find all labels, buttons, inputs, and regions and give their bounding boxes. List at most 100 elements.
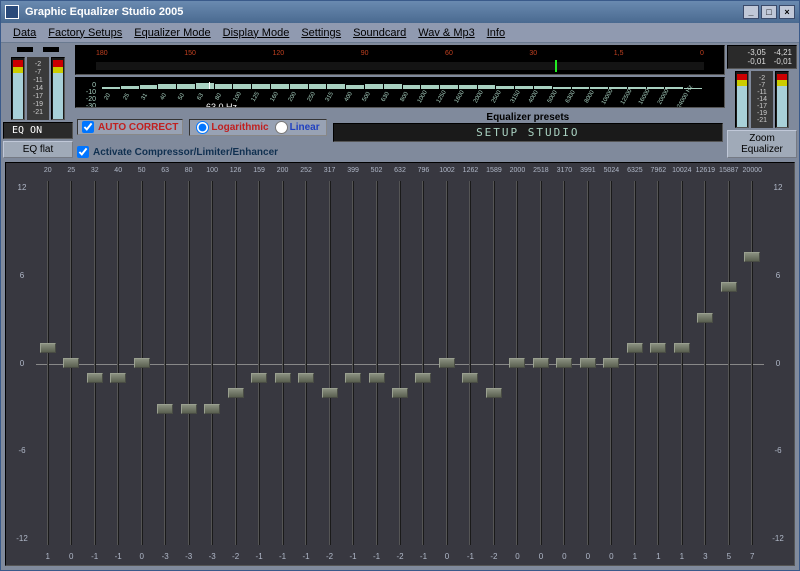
eq-slider-317[interactable]: [318, 181, 341, 545]
slider-thumb[interactable]: [228, 388, 244, 398]
slider-thumb[interactable]: [603, 358, 619, 368]
eq-slider-50[interactable]: [130, 181, 153, 545]
eq-slider-100[interactable]: [200, 181, 223, 545]
eq-slider-63[interactable]: [153, 181, 176, 545]
app-icon: [5, 5, 19, 19]
eq-slider-502[interactable]: [365, 181, 388, 545]
slider-thumb[interactable]: [275, 373, 291, 383]
eq-slider-20[interactable]: [36, 181, 59, 545]
slider-thumb[interactable]: [87, 373, 103, 383]
preset-display[interactable]: SETUP STUDIO: [333, 123, 723, 142]
slider-thumb[interactable]: [744, 252, 760, 262]
clip-indicator: [43, 47, 59, 52]
center-column: 1801501209060301,50 0-10-20-30-40-50-60d…: [75, 45, 725, 158]
eq-slider-796[interactable]: [412, 181, 435, 545]
menu-info[interactable]: Info: [483, 25, 509, 41]
slider-thumb[interactable]: [627, 343, 643, 353]
slider-thumb[interactable]: [674, 343, 690, 353]
slider-thumb[interactable]: [580, 358, 596, 368]
slider-thumb[interactable]: [251, 373, 267, 383]
slider-thumb[interactable]: [204, 404, 220, 414]
spectrum-analyzer[interactable]: 0-10-20-30-40-50-60db 63,0 Hz 2025314050…: [75, 77, 725, 108]
slider-thumb[interactable]: [533, 358, 549, 368]
control-bar: AUTO CORRECT Logarithmic Linear Equalize…: [75, 110, 725, 144]
eq-state-display[interactable]: EQ ON: [3, 122, 73, 139]
slider-thumb[interactable]: [110, 373, 126, 383]
eq-slider-3991[interactable]: [576, 181, 599, 545]
maximize-button[interactable]: □: [761, 5, 777, 19]
spectrum-bar: [309, 84, 327, 89]
eq-slider-159[interactable]: [247, 181, 270, 545]
eq-slider-1262[interactable]: [459, 181, 482, 545]
slider-thumb[interactable]: [134, 358, 150, 368]
eq-slider-10024[interactable]: [670, 181, 693, 545]
titlebar[interactable]: Graphic Equalizer Studio 2005 _ □ ×: [1, 1, 799, 23]
menu-data[interactable]: Data: [9, 25, 40, 41]
eq-flat-button[interactable]: EQ flat: [3, 141, 73, 158]
slider-thumb[interactable]: [486, 388, 502, 398]
menu-settings[interactable]: Settings: [297, 25, 345, 41]
activate-compressor-checkbox[interactable]: Activate Compressor/Limiter/Enhancer: [75, 146, 725, 158]
eq-slider-1002[interactable]: [435, 181, 458, 545]
slider-thumb[interactable]: [721, 282, 737, 292]
menu-factory-setups[interactable]: Factory Setups: [44, 25, 126, 41]
eq-slider-12619[interactable]: [694, 181, 717, 545]
slider-thumb[interactable]: [415, 373, 431, 383]
right-meter-group: -3,05-4,21 -0,01-0,01 -2-7-11-14-17-19-2…: [727, 45, 797, 158]
logarithmic-radio[interactable]: Logarithmic: [196, 121, 268, 134]
eq-slider-32[interactable]: [83, 181, 106, 545]
slider-thumb[interactable]: [322, 388, 338, 398]
slider-thumb[interactable]: [392, 388, 408, 398]
close-button[interactable]: ×: [779, 5, 795, 19]
output-db-readout: -3,05-4,21 -0,01-0,01: [727, 45, 797, 69]
linear-radio[interactable]: Linear: [275, 121, 320, 134]
menu-soundcard[interactable]: Soundcard: [349, 25, 410, 41]
eq-slider-632[interactable]: [388, 181, 411, 545]
slider-thumb[interactable]: [63, 358, 79, 368]
menu-equalizer-mode[interactable]: Equalizer Mode: [130, 25, 214, 41]
slider-thumb[interactable]: [369, 373, 385, 383]
zoom-equalizer-button[interactable]: Zoom Equalizer: [727, 130, 797, 158]
eq-slider-2000[interactable]: [506, 181, 529, 545]
eq-slider-25[interactable]: [59, 181, 82, 545]
scale-radio-group: Logarithmic Linear: [189, 119, 326, 136]
eq-slider-399[interactable]: [341, 181, 364, 545]
left-meter-group: -2-7-11-14-17-19-21 EQ ON EQ flat: [3, 45, 73, 158]
eq-slider-200[interactable]: [271, 181, 294, 545]
eq-slider-80[interactable]: [177, 181, 200, 545]
slider-thumb[interactable]: [439, 358, 455, 368]
auto-correct-checkbox[interactable]: AUTO CORRECT: [77, 119, 183, 135]
spectrum-bar: [290, 84, 308, 89]
slider-thumb[interactable]: [40, 343, 56, 353]
eq-slider-126[interactable]: [224, 181, 247, 545]
eq-slider-1589[interactable]: [482, 181, 505, 545]
slider-thumb[interactable]: [556, 358, 572, 368]
slider-thumb[interactable]: [462, 373, 478, 383]
eq-slider-2518[interactable]: [529, 181, 552, 545]
eq-slider-6325[interactable]: [623, 181, 646, 545]
eq-slider-20000[interactable]: [741, 181, 764, 545]
slider-thumb[interactable]: [157, 404, 173, 414]
slider-thumb[interactable]: [298, 373, 314, 383]
eq-slider-15887[interactable]: [717, 181, 740, 545]
eq-slider-5024[interactable]: [600, 181, 623, 545]
menu-display-mode[interactable]: Display Mode: [219, 25, 294, 41]
slider-thumb[interactable]: [181, 404, 197, 414]
meter-scale: -2-7-11-14-17-19-21: [27, 57, 49, 120]
eq-slider-7962[interactable]: [647, 181, 670, 545]
menu-wav-mp3[interactable]: Wav & Mp3: [414, 25, 478, 41]
output-meter-l: [735, 71, 749, 128]
minimize-button[interactable]: _: [743, 5, 759, 19]
slider-thumb[interactable]: [650, 343, 666, 353]
eq-slider-40[interactable]: [106, 181, 129, 545]
window-title: Graphic Equalizer Studio 2005: [25, 6, 183, 18]
slider-thumb[interactable]: [345, 373, 361, 383]
eq-slider-252[interactable]: [294, 181, 317, 545]
clip-indicator: [17, 47, 33, 52]
meter-scale: -2-7-11-14-17-19-21: [751, 71, 773, 128]
eq-slider-3170[interactable]: [553, 181, 576, 545]
input-meter-r: [51, 57, 65, 120]
presets-label: Equalizer presets: [333, 112, 723, 123]
slider-thumb[interactable]: [697, 313, 713, 323]
slider-thumb[interactable]: [509, 358, 525, 368]
